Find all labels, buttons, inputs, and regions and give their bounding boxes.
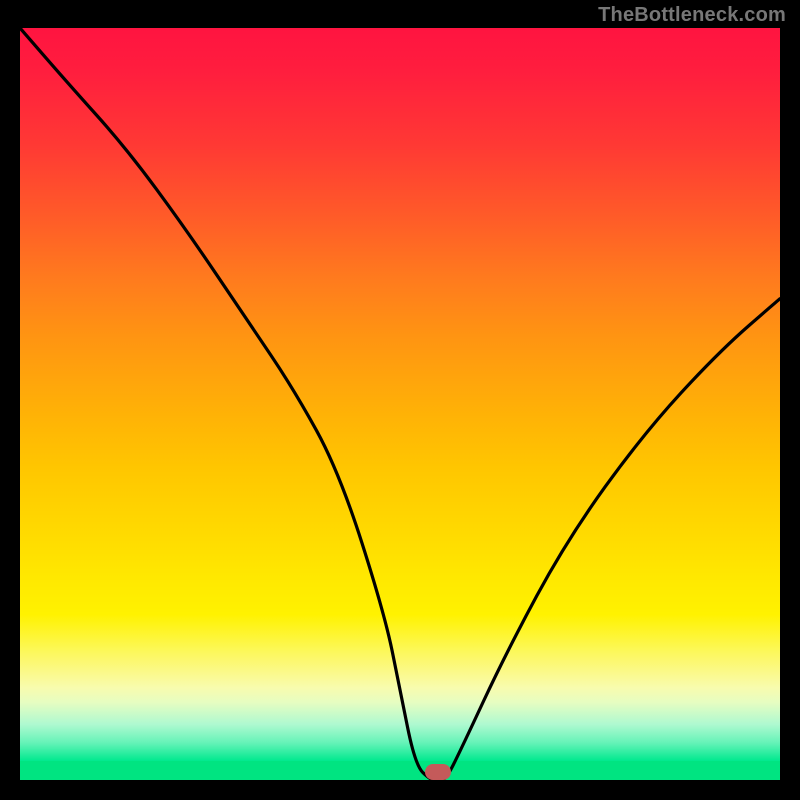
chart-frame: TheBottleneck.com: [0, 0, 800, 800]
plot-area: [20, 28, 780, 780]
bottleneck-curve: [20, 28, 780, 780]
valley-marker: [425, 764, 451, 780]
watermark-text: TheBottleneck.com: [598, 4, 786, 27]
